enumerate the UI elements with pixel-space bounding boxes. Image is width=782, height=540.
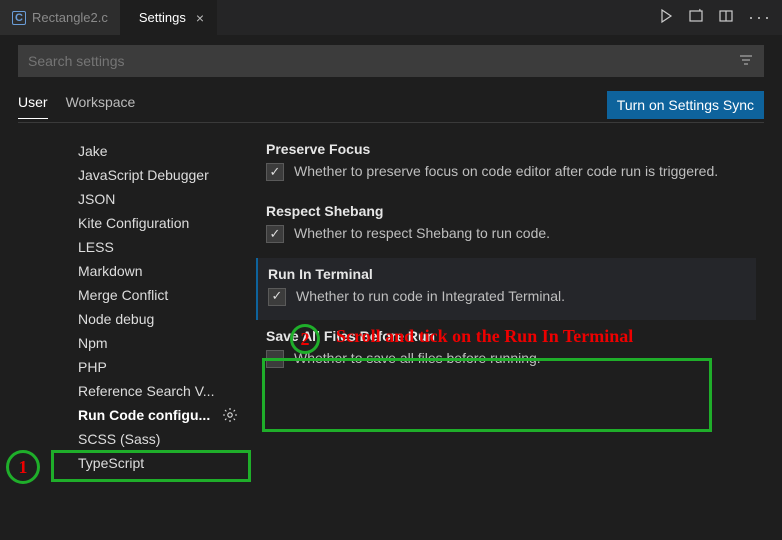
tab-settings[interactable]: Settings ×: [121, 0, 217, 35]
toc-item[interactable]: JavaScript Debugger: [78, 163, 238, 187]
toc-item[interactable]: Reference Search V...: [78, 379, 238, 403]
settings-content: Jake JavaScript Debugger JSON Kite Confi…: [18, 133, 764, 540]
filter-icon[interactable]: [738, 52, 754, 71]
settings-toc: Jake JavaScript Debugger JSON Kite Confi…: [18, 133, 238, 540]
scope-workspace[interactable]: Workspace: [66, 94, 136, 119]
checkbox-save-all[interactable]: [266, 350, 284, 368]
checkbox-preserve-focus[interactable]: [266, 163, 284, 181]
toc-item[interactable]: PHP: [78, 355, 238, 379]
search-input[interactable]: [28, 53, 738, 69]
toc-item-run-code-config[interactable]: Run Code configu...: [78, 403, 238, 427]
toc-item[interactable]: Merge Conflict: [78, 283, 238, 307]
setting-title: Save All Files Before Run: [266, 328, 746, 344]
close-icon[interactable]: ×: [196, 10, 204, 26]
setting-title: Run In Terminal: [268, 266, 746, 282]
toc-item[interactable]: Npm: [78, 331, 238, 355]
scope-user[interactable]: User: [18, 94, 48, 119]
toc-item[interactable]: JSON: [78, 187, 238, 211]
toc-item-label: Run Code configu...: [78, 407, 210, 423]
more-icon[interactable]: ···: [748, 7, 772, 28]
setting-title: Respect Shebang: [266, 203, 746, 219]
tab-label: Settings: [139, 10, 186, 25]
toc-item[interactable]: LESS: [78, 235, 238, 259]
settings-search[interactable]: [18, 45, 764, 77]
title-actions: ···: [648, 0, 782, 35]
checkbox-respect-shebang[interactable]: [266, 225, 284, 243]
toc-item[interactable]: TypeScript: [78, 451, 238, 475]
toc-item[interactable]: SCSS (Sass): [78, 427, 238, 451]
split-icon[interactable]: [688, 8, 704, 27]
setting-run-in-terminal: Run In Terminal Whether to run code in I…: [256, 258, 756, 320]
setting-description: Whether to respect Shebang to run code.: [294, 223, 550, 243]
settings-list: Preserve Focus Whether to preserve focus…: [238, 133, 764, 540]
settings-sync-button[interactable]: Turn on Settings Sync: [607, 91, 764, 119]
gear-icon[interactable]: [222, 407, 238, 423]
checkbox-run-in-terminal[interactable]: [268, 288, 286, 306]
setting-description: Whether to run code in Integrated Termin…: [296, 286, 565, 306]
toc-item[interactable]: Jake: [78, 139, 238, 163]
scope-tabs: User Workspace: [18, 94, 135, 119]
tab-bar: C Rectangle2.c Settings × ···: [0, 0, 782, 35]
c-file-icon: C: [12, 11, 26, 25]
setting-title: Preserve Focus: [266, 141, 746, 157]
settings-editor: User Workspace Turn on Settings Sync Jak…: [0, 35, 782, 540]
toc-item[interactable]: Markdown: [78, 259, 238, 283]
tab-file-rectangle2[interactable]: C Rectangle2.c: [0, 0, 121, 35]
layout-icon[interactable]: [718, 8, 734, 27]
setting-respect-shebang: Respect Shebang Whether to respect Sheba…: [256, 195, 756, 257]
toc-item[interactable]: Node debug: [78, 307, 238, 331]
scope-row: User Workspace Turn on Settings Sync: [18, 91, 764, 123]
setting-preserve-focus: Preserve Focus Whether to preserve focus…: [256, 133, 756, 195]
toc-item[interactable]: Kite Configuration: [78, 211, 238, 235]
run-icon[interactable]: [658, 8, 674, 27]
setting-description: Whether to save all files before running…: [294, 348, 541, 368]
tab-label: Rectangle2.c: [32, 10, 108, 25]
setting-description: Whether to preserve focus on code editor…: [294, 161, 718, 181]
tabs-group: C Rectangle2.c Settings ×: [0, 0, 217, 35]
setting-save-all-before-run: Save All Files Before Run Whether to sav…: [256, 320, 756, 382]
